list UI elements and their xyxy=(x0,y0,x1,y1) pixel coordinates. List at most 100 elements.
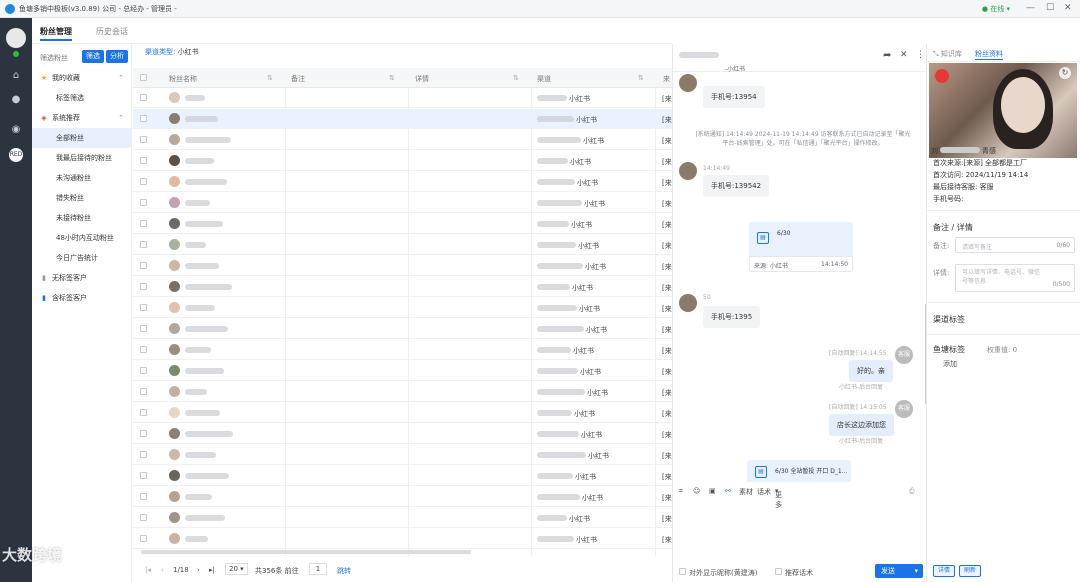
nav-all-fans[interactable]: 全部粉丝 xyxy=(32,128,132,148)
nav-tag-filter[interactable]: 标签筛选 xyxy=(32,88,132,108)
tab-fans[interactable]: 粉丝管理 xyxy=(40,26,72,41)
table-row[interactable]: 小红书 [来 xyxy=(133,298,673,318)
nav-lost[interactable]: 错失粉丝 xyxy=(32,188,132,208)
wechat-icon[interactable]: ◉ xyxy=(8,124,24,138)
row-checkbox[interactable] xyxy=(140,325,147,332)
message-icon[interactable]: ● xyxy=(8,94,24,108)
col-extra[interactable]: 来 xyxy=(663,74,670,84)
image-icon[interactable]: ▣ xyxy=(709,487,716,495)
row-checkbox[interactable] xyxy=(140,199,147,206)
goto-page-input[interactable]: 1 xyxy=(309,563,327,575)
row-checkbox[interactable] xyxy=(140,430,147,437)
user-avatar[interactable] xyxy=(6,28,26,48)
last-page-icon[interactable]: ▸| xyxy=(209,566,215,574)
nav-favorites[interactable]: ★ 我的收藏 ⌃ xyxy=(32,68,132,88)
first-page-icon[interactable]: |◂ xyxy=(145,566,151,574)
nav-not-received[interactable]: 未接待粉丝 xyxy=(32,208,132,228)
row-checkbox[interactable] xyxy=(140,262,147,269)
crop-icon[interactable]: ⌗ xyxy=(679,487,683,496)
table-row[interactable]: 小红书 [来 xyxy=(133,88,673,108)
emoji-icon[interactable]: ☺ xyxy=(693,487,700,495)
row-checkbox[interactable] xyxy=(140,94,147,101)
row-checkbox[interactable] xyxy=(140,493,147,500)
sort-icon[interactable]: ⇅ xyxy=(638,74,644,82)
table-row[interactable]: 小红书 [来 xyxy=(133,277,673,297)
row-checkbox[interactable] xyxy=(140,388,147,395)
table-row[interactable]: 小红书 [来 xyxy=(133,361,673,381)
table-row[interactable]: 小红书 [来 xyxy=(133,319,673,339)
nav-no-tag[interactable]: ▮ 无标签客户 xyxy=(32,268,132,288)
table-row[interactable]: 小红书 [来 xyxy=(133,487,673,507)
ad-card[interactable]: ▤ 6/30 全站暂投 开口 D_1... xyxy=(747,460,851,482)
horizontal-scrollbar[interactable] xyxy=(141,550,471,554)
refresh-button[interactable]: 刷新 xyxy=(959,565,982,577)
ad-card[interactable]: ▤ 6/30 来源: 小红书 14:14:50 xyxy=(749,222,853,272)
nav-recent[interactable]: 我最后接待的粉丝 xyxy=(32,148,132,168)
tab-knowledge[interactable]: ⤡ 知识库 xyxy=(933,49,962,59)
more-icon[interactable]: ⋮ xyxy=(916,50,925,60)
detail-input[interactable]: 可以填写详情、电话号、微信号等信息 0/500 xyxy=(955,264,1075,292)
table-row[interactable]: 小红书 [来 xyxy=(133,445,673,465)
row-checkbox[interactable] xyxy=(140,451,147,458)
share-icon[interactable]: ➦ xyxy=(883,50,891,61)
note-input[interactable]: 请填写备注 0/60 xyxy=(955,237,1075,253)
nav-active48[interactable]: 48小时内互动粉丝 xyxy=(32,228,132,248)
nav-has-tag[interactable]: ▮ 含标签客户 xyxy=(32,288,132,308)
tab-fan-info[interactable]: 粉丝资料 xyxy=(975,49,1003,60)
screenshot-icon[interactable]: ⎙ xyxy=(909,487,915,496)
row-checkbox[interactable] xyxy=(140,304,147,311)
row-checkbox[interactable] xyxy=(140,514,147,521)
suggest-checkbox[interactable] xyxy=(775,568,782,575)
send-button[interactable]: 发送 ▾ xyxy=(875,564,923,578)
table-row[interactable]: 小红书 [来 xyxy=(133,256,673,276)
sort-icon[interactable]: ⇅ xyxy=(267,74,273,82)
nickname-checkbox[interactable] xyxy=(679,568,686,575)
row-checkbox[interactable] xyxy=(140,535,147,542)
table-row[interactable]: 小红书 [来 xyxy=(133,235,673,255)
online-status[interactable]: ● 在线 ▾ xyxy=(982,4,1010,14)
sort-icon[interactable]: ⇅ xyxy=(513,74,519,82)
detail-button[interactable]: 详情 xyxy=(933,565,956,577)
table-row[interactable]: 小红书 [来 xyxy=(133,193,673,213)
row-checkbox[interactable] xyxy=(140,157,147,164)
nav-ad-stats[interactable]: 今日广告统计 xyxy=(32,248,132,268)
minimize-icon[interactable]: — xyxy=(1026,3,1035,13)
table-row[interactable]: 小红书 [来 xyxy=(133,109,673,129)
page-size-select[interactable]: 20 ▾ xyxy=(225,563,248,575)
table-row[interactable]: 小红书 [来 xyxy=(133,214,673,234)
prev-page-icon[interactable]: ‹ xyxy=(161,566,164,574)
redbook-icon[interactable]: RED xyxy=(9,148,23,162)
table-row[interactable]: 小红书 [来 xyxy=(133,466,673,486)
col-channel[interactable]: 渠道 xyxy=(537,74,551,84)
table-row[interactable]: 小红书 [来 xyxy=(133,130,673,150)
col-name[interactable]: 粉丝名称 xyxy=(169,74,197,84)
tool-material[interactable]: 素材 xyxy=(739,487,753,497)
row-checkbox[interactable] xyxy=(140,241,147,248)
tool-more[interactable]: 更多 ▾ xyxy=(775,487,782,509)
select-all-checkbox[interactable] xyxy=(140,74,147,81)
refresh-photo-icon[interactable]: ↻ xyxy=(1059,67,1071,79)
table-row[interactable]: 小红书 [来 xyxy=(133,172,673,192)
table-row[interactable]: 小红书 [来 xyxy=(133,424,673,444)
row-checkbox[interactable] xyxy=(140,283,147,290)
col-detail[interactable]: 详情 xyxy=(415,74,429,84)
table-row[interactable]: 小红书 [来 xyxy=(133,508,673,528)
next-page-icon[interactable]: › xyxy=(197,566,200,574)
sort-icon[interactable]: ⇅ xyxy=(389,74,395,82)
table-row[interactable]: 小红书 [来 xyxy=(133,151,673,171)
maximize-icon[interactable]: ☐ xyxy=(1046,3,1054,13)
jump-button[interactable]: 跳转 xyxy=(337,566,351,576)
analyze-button[interactable]: 分析 xyxy=(106,50,128,63)
chevron-down-icon[interactable]: ▾ xyxy=(914,564,918,578)
table-row[interactable]: 小红书 [来 xyxy=(133,403,673,423)
add-tag-button[interactable]: 添加 xyxy=(943,359,957,369)
message-list[interactable]: 手机号:13954 [系统通知] 14:14:49 2024-11-19 14:… xyxy=(673,72,927,482)
close-icon[interactable]: ✕ xyxy=(1064,3,1072,13)
row-checkbox[interactable] xyxy=(140,115,147,122)
link-icon[interactable]: ⚯ xyxy=(725,487,731,495)
row-checkbox[interactable] xyxy=(140,346,147,353)
row-checkbox[interactable] xyxy=(140,178,147,185)
row-checkbox[interactable] xyxy=(140,136,147,143)
nav-not-followed[interactable]: 未沟通粉丝 xyxy=(32,168,132,188)
row-checkbox[interactable] xyxy=(140,472,147,479)
